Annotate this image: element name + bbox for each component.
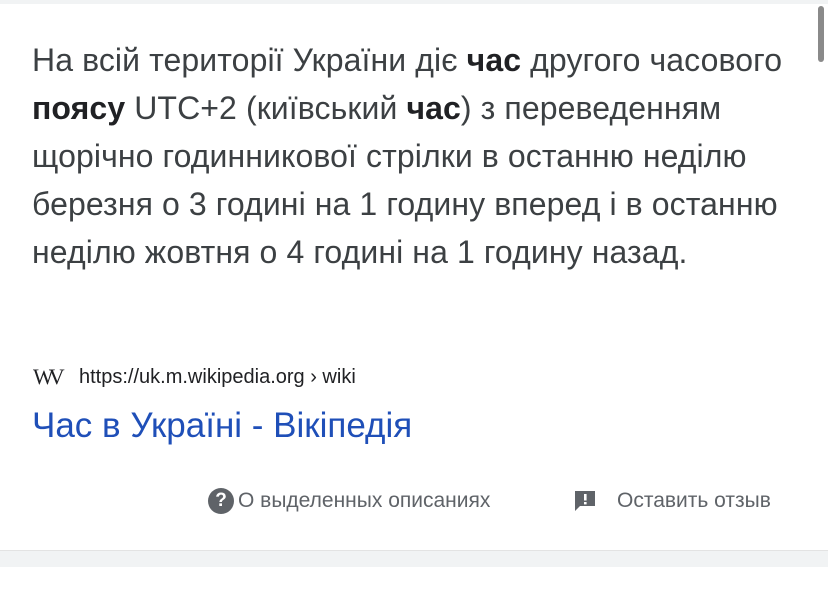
about-featured-snippets-link[interactable]: ? О выделенных описаниях xyxy=(208,488,490,514)
snippet-segment: другого часового xyxy=(521,42,783,78)
result-source[interactable]: WV https://uk.m.wikipedia.org › wiki xyxy=(33,362,356,392)
snippet-highlight: час xyxy=(406,90,461,126)
result-title-link[interactable]: Час в Україні - Вікіпедія xyxy=(32,402,412,450)
source-url: https://uk.m.wikipedia.org › wiki xyxy=(79,366,356,388)
feedback-label: Оставить отзыв xyxy=(617,489,771,512)
snippet-footer: ? О выделенных описаниях Оставить отзыв xyxy=(0,482,828,522)
scrollbar-thumb[interactable] xyxy=(818,6,824,62)
snippet-highlight: поясу xyxy=(32,90,126,126)
about-featured-snippets-label: О выделенных описаниях xyxy=(238,489,491,512)
snippet-segment: На всій території України діє xyxy=(32,42,467,78)
help-circle-icon: ? xyxy=(208,488,234,514)
feedback-flag-icon xyxy=(573,488,597,514)
snippet-highlight: час xyxy=(466,42,522,78)
featured-snippet-text: На всій території України діє час другог… xyxy=(32,36,802,276)
bottom-divider xyxy=(0,550,828,567)
wikipedia-w-icon: WV xyxy=(33,364,65,389)
feedback-button[interactable]: Оставить отзыв xyxy=(573,488,771,514)
top-divider xyxy=(0,0,828,4)
snippet-segment: UTC+2 (київський xyxy=(125,90,407,126)
